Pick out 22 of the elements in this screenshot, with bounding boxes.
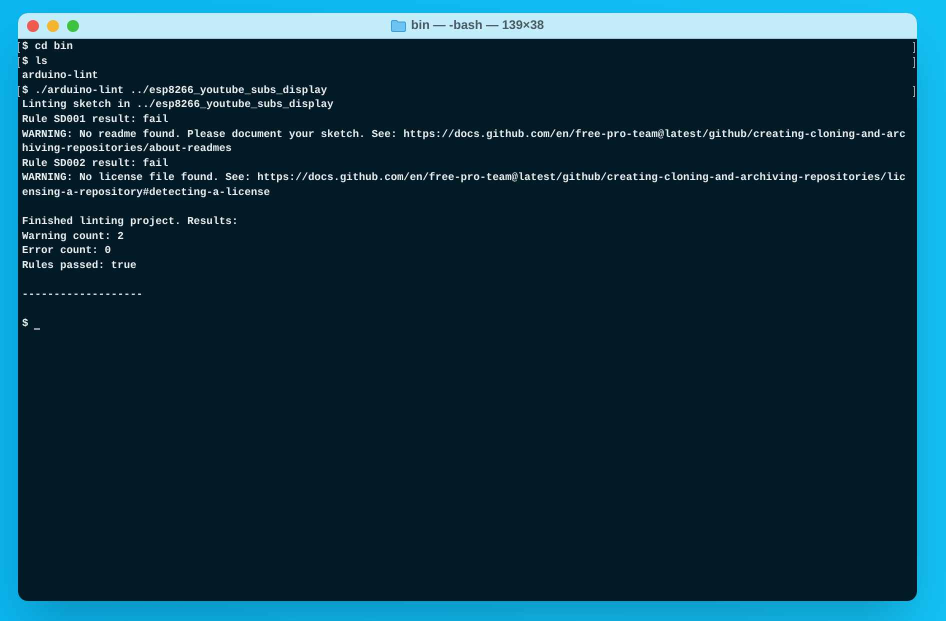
zoom-button[interactable] <box>67 20 79 32</box>
terminal-line: Linting sketch in ../esp8266_youtube_subs_display <box>22 99 334 112</box>
terminal-line: arduino-lint <box>22 70 98 82</box>
terminal-line: $ cd bin <box>22 41 73 53</box>
terminal-line: hiving-repositories/about-readmes <box>22 143 232 156</box>
terminal-line: WARNING: No readme found. Please document your sketch. See: https://docs.github.com/en/free-pro-team@latest/github/creating-cloning-and-arc <box>22 128 906 141</box>
terminal-line: WARNING: No license file found. See: https://docs.github.com/en/free-pro-team@latest/github/creating-cloning-and-archiving-repositories/lic <box>22 172 906 184</box>
terminal-line: ------------------- <box>22 289 143 302</box>
minimize-button[interactable] <box>47 20 59 32</box>
terminal-line: ensing-a-repository#detecting-a-license <box>22 186 270 199</box>
terminal-line: Rule SD001 result: fail <box>22 114 168 126</box>
terminal-line: $ ./arduino-lint ../esp8266_youtube_subs_display <box>22 84 328 97</box>
terminal-line: Rule SD002 result: fail <box>22 158 168 170</box>
terminal-line: Error count: 0 <box>22 245 112 258</box>
terminal-line: Rules passed: true <box>22 260 136 272</box>
terminal-line: $ ls <box>22 56 48 68</box>
terminal-line: Finished linting project. Results: <box>22 216 238 228</box>
window-title: bin — -bash — 139×38 <box>410 17 544 34</box>
close-button[interactable] <box>27 20 39 32</box>
terminal-line: Warning count: 2 <box>22 230 124 243</box>
folder-icon <box>390 20 406 32</box>
prompt: $ <box>22 317 28 332</box>
